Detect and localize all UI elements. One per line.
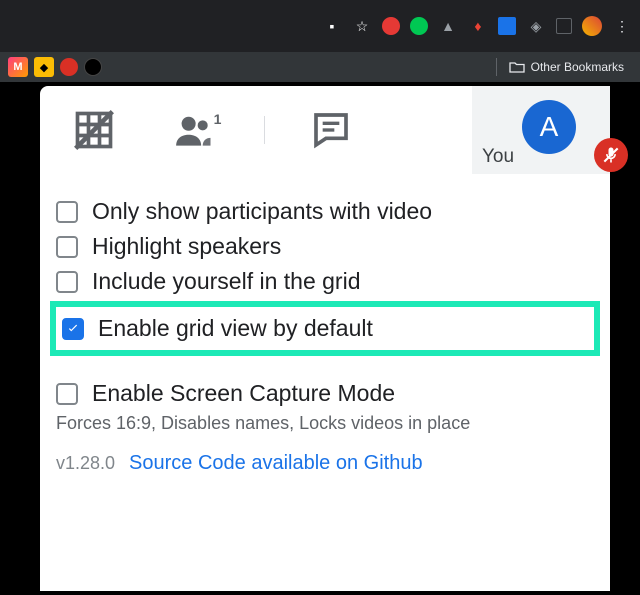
main-content: 1 You A Only show participants with vide… xyxy=(0,86,640,595)
screen-capture-subtitle: Forces 16:9, Disables names, Locks video… xyxy=(40,413,610,434)
grid-disabled-icon[interactable] xyxy=(56,100,132,160)
chat-icon[interactable] xyxy=(293,100,369,160)
extension-panel: 1 You A Only show participants with vide… xyxy=(40,86,610,591)
option-label: Include yourself in the grid xyxy=(92,268,361,295)
bookmark-icon-3[interactable] xyxy=(60,58,78,76)
options-list: Only show participants with video Highlig… xyxy=(40,174,610,411)
option-row[interactable]: Enable Screen Capture Mode xyxy=(56,376,594,411)
self-video-tile[interactable]: You A xyxy=(472,86,610,174)
ext-icon-1[interactable] xyxy=(382,17,400,35)
panel-footer: v1.28.0 Source Code available on Github xyxy=(40,434,610,493)
people-icon[interactable]: 1 xyxy=(160,100,236,160)
tab-separator xyxy=(264,116,265,144)
option-row[interactable]: Highlight speakers xyxy=(56,229,594,264)
menu-icon[interactable]: ⋮ xyxy=(612,16,632,36)
svg-text:1: 1 xyxy=(214,111,222,127)
option-label: Enable grid view by default xyxy=(98,315,373,342)
chrome-toolbar: ▪ ☆ ▲ ♦ ◈ ⋮ xyxy=(0,0,640,52)
version-label: v1.28.0 xyxy=(56,453,115,474)
avatar: A xyxy=(522,100,576,154)
other-bookmarks-label: Other Bookmarks xyxy=(531,60,624,74)
checkbox[interactable] xyxy=(56,236,78,258)
ext-icon-4[interactable]: ♦ xyxy=(468,16,488,36)
checkbox[interactable] xyxy=(56,271,78,293)
ext-icon-7[interactable] xyxy=(556,18,572,34)
option-row[interactable]: Only show participants with video xyxy=(56,194,594,229)
option-row[interactable]: Include yourself in the grid xyxy=(56,264,594,299)
ext-icon-2[interactable] xyxy=(410,17,428,35)
highlight-box: Enable grid view by default xyxy=(50,301,600,356)
checkbox[interactable] xyxy=(56,383,78,405)
separator xyxy=(496,58,497,76)
ext-icon-3[interactable]: ▲ xyxy=(438,16,458,36)
star-icon[interactable]: ☆ xyxy=(352,16,372,36)
option-label: Only show participants with video xyxy=(92,198,432,225)
ext-icon-6[interactable]: ◈ xyxy=(526,16,546,36)
folder-icon xyxy=(509,61,525,73)
camera-icon[interactable]: ▪ xyxy=(322,16,342,36)
option-label: Highlight speakers xyxy=(92,233,281,260)
source-link[interactable]: Source Code available on Github xyxy=(129,452,423,475)
checkbox[interactable] xyxy=(56,201,78,223)
bookmark-icon-1[interactable]: M xyxy=(8,57,28,77)
bookmark-icon-4[interactable] xyxy=(84,58,102,76)
you-label: You xyxy=(482,146,514,168)
tabs-row: 1 You A xyxy=(40,86,610,174)
option-row[interactable]: Enable grid view by default xyxy=(62,311,588,346)
option-label: Enable Screen Capture Mode xyxy=(92,380,395,407)
checkbox[interactable] xyxy=(62,318,84,340)
mic-muted-icon[interactable] xyxy=(594,138,628,172)
ext-icon-5[interactable] xyxy=(498,17,516,35)
profile-icon[interactable] xyxy=(582,16,602,36)
bookmarks-bar: M ◆ Other Bookmarks xyxy=(0,52,640,82)
bookmark-icon-2[interactable]: ◆ xyxy=(34,57,54,77)
other-bookmarks-button[interactable]: Other Bookmarks xyxy=(501,56,632,78)
